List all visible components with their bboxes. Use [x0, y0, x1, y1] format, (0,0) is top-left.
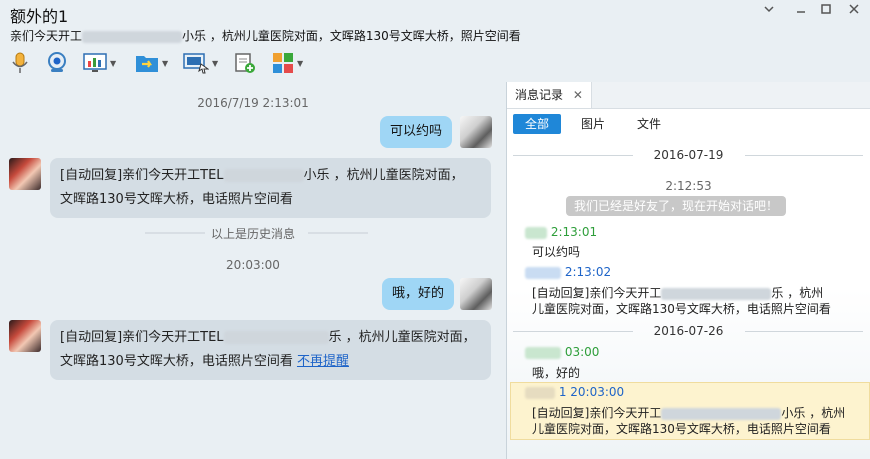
redacted-block	[525, 226, 547, 239]
message-text: 小乐 ，杭州儿童医院对面，	[303, 168, 464, 183]
timestamp: 2016/7/19 2:13:01	[197, 96, 309, 110]
avatar[interactable]	[9, 320, 41, 352]
history-date: 2016-07-26	[507, 324, 870, 338]
redacted-block	[661, 407, 782, 420]
sender-name: 1 20:03:00	[525, 385, 624, 399]
note-add-icon[interactable]	[233, 50, 257, 76]
chevron-down-icon[interactable]: ▼	[212, 59, 218, 68]
signature-text-start: 亲们今天开工	[10, 29, 83, 43]
signature-text-end: 小乐 ，杭州儿童医院对面，文晖路130号文晖大桥，照片空间看	[182, 29, 521, 43]
sender-time: 2:13:01	[550, 225, 598, 239]
chevron-down-icon[interactable]: ▼	[297, 59, 303, 68]
history-message[interactable]: 可以约吗	[532, 244, 580, 260]
redacted-block	[223, 331, 329, 344]
redacted-block	[525, 266, 561, 279]
history-time: 2:12:53	[507, 179, 870, 193]
camera-icon[interactable]	[45, 50, 69, 76]
sender-name: 2:13:01	[525, 225, 597, 239]
microphone-icon[interactable]	[10, 50, 30, 76]
tab-message-history[interactable]: 消息记录 ✕	[507, 82, 592, 108]
message-text: 文晖路130号文晖大桥，电话照片空间看	[60, 354, 293, 369]
message-text: [自动回复]亲们今天开工TEL	[60, 168, 224, 183]
avatar[interactable]	[460, 116, 492, 148]
message-text: 乐 ，杭州儿童医院对面，	[328, 330, 476, 345]
redacted-block	[82, 30, 183, 43]
filter-files[interactable]: 文件	[625, 114, 673, 134]
chevron-down-icon[interactable]: ▼	[110, 59, 116, 68]
filter-all[interactable]: 全部	[513, 114, 562, 134]
history-text: 乐 ，杭州	[771, 286, 824, 300]
contact-signature: 亲们今天开工 小乐 ，杭州儿童医院对面，文晖路130号文晖大桥，照片空间看	[10, 27, 521, 44]
message-bubble-incoming[interactable]: [自动回复]亲们今天开工TEL 乐 ，杭州儿童医院对面， 文晖路130号文晖大桥，…	[50, 320, 491, 380]
close-icon[interactable]: ✕	[573, 88, 583, 102]
timestamp: 20:03:00	[226, 258, 280, 272]
history-message[interactable]: [自动回复]亲们今天开工 小乐 ，杭州 儿童医院对面，文晖路130号文晖大桥，电话…	[532, 405, 845, 437]
tab-label: 消息记录	[515, 88, 564, 102]
history-text: [自动回复]亲们今天开工	[532, 286, 662, 300]
minimize-button[interactable]	[792, 3, 810, 19]
history-text: 儿童医院对面，文晖路130号文晖大桥，电话照片空间看	[532, 422, 831, 436]
history-text: 儿童医院对面，文晖路130号文晖大桥，电话照片空间看	[532, 302, 831, 316]
history-divider: 以上是历史消息	[0, 225, 506, 242]
apps-icon[interactable]: ▼	[272, 50, 303, 76]
avatar[interactable]	[9, 158, 41, 190]
message-line: 文晖路130号文晖大桥，电话照片空间看 不再提醒	[60, 350, 481, 374]
history-date: 2016-07-19	[507, 148, 870, 162]
sender-time: 2:13:02	[564, 265, 612, 279]
message-line: [自动回复]亲们今天开工TEL 乐 ，杭州儿童医院对面，	[60, 326, 481, 350]
history-date-text: 2016-07-26	[653, 324, 724, 338]
toolbar: ▼ ▼ ▼ ▼	[0, 48, 870, 80]
history-time-text: 2:12:53	[665, 179, 712, 193]
redacted-block	[525, 346, 561, 359]
sender-time: 03:00	[564, 345, 600, 359]
screen-share-icon[interactable]: ▼	[83, 50, 116, 76]
message-bubble-incoming[interactable]: [自动回复]亲们今天开工TEL 小乐 ，杭州儿童医院对面， 文晖路130号文晖大桥…	[50, 158, 491, 218]
filter-images[interactable]: 图片	[569, 114, 617, 134]
history-message[interactable]: [自动回复]亲们今天开工 乐 ，杭州 儿童医院对面，文晖路130号文晖大桥，电话照…	[532, 285, 831, 317]
message-history-panel: 消息记录 ✕ 全部 图片 文件 2016-07-19 2:12:53 我们已经是…	[507, 82, 870, 459]
chevron-down-icon[interactable]: ▼	[162, 59, 168, 68]
menu-chevron-icon[interactable]	[760, 3, 778, 19]
history-date-text: 2016-07-19	[653, 148, 724, 162]
message-line: 文晖路130号文晖大桥，电话照片空间看	[60, 192, 293, 207]
message-bubble-outgoing[interactable]: 哦，好的	[382, 278, 455, 310]
redacted-block	[223, 169, 304, 182]
dont-remind-link[interactable]: 不再提醒	[297, 354, 349, 369]
sender-name: 2:13:02	[525, 265, 611, 279]
avatar[interactable]	[460, 278, 492, 310]
history-text: 小乐 ，杭州	[781, 406, 846, 420]
history-divider-text: 以上是历史消息	[210, 227, 295, 241]
redacted-block	[661, 287, 772, 300]
file-transfer-icon[interactable]: ▼	[135, 50, 168, 76]
history-text: [自动回复]亲们今天开工	[532, 406, 662, 420]
history-message[interactable]: 哦，好的	[532, 365, 580, 381]
history-tab-bar: 消息记录 ✕	[507, 82, 870, 109]
system-message: 我们已经是好友了，现在开始对话吧！	[566, 196, 787, 216]
maximize-button[interactable]	[817, 3, 835, 19]
message-bubble-outgoing[interactable]: 可以约吗	[380, 116, 453, 148]
sender-time: 1 20:03:00	[558, 385, 625, 399]
message-text: [自动回复]亲们今天开工TEL	[60, 330, 224, 345]
redacted-block	[525, 386, 555, 399]
title-bar: 额外的1	[0, 0, 870, 26]
window-title: 额外的1	[10, 7, 69, 26]
sender-name: 03:00	[525, 345, 599, 359]
message-line: [自动回复]亲们今天开工TEL 小乐 ，杭州儿童医院对面，	[60, 164, 481, 188]
close-button[interactable]	[845, 3, 863, 19]
remote-desktop-icon[interactable]: ▼	[183, 50, 218, 76]
